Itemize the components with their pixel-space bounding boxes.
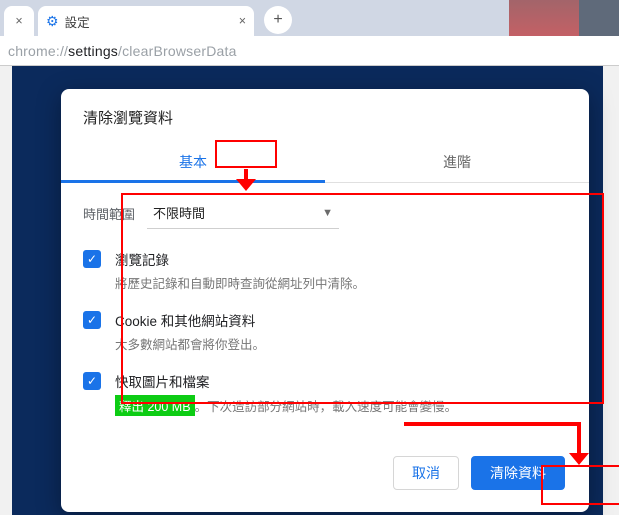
clear-data-button[interactable]: 清除資料	[471, 456, 565, 490]
option-title: 瀏覽記錄	[115, 249, 365, 269]
tab-title: 設定	[65, 12, 233, 31]
browser-tab-strip: × ⚙ 設定 × +	[0, 0, 619, 36]
plus-icon: +	[273, 11, 282, 29]
tab-advanced[interactable]: 進階	[325, 142, 589, 182]
background-decoration	[509, 0, 579, 36]
checkbox-cached-images[interactable]: ✓	[83, 372, 101, 390]
dialog-footer: 取消 清除資料	[61, 434, 589, 498]
time-range-select[interactable]: 不限時間 ▼	[147, 197, 339, 229]
dialog-content: 時間範圍 不限時間 ▼ ✓ 瀏覽記錄 將歷史記錄和自動即時查詢從網址列中清除。 …	[61, 183, 589, 416]
option-title: Cookie 和其他網站資料	[115, 310, 265, 330]
url-scheme: chrome://	[8, 43, 68, 59]
option-desc: 釋出 200 MB。下次造訪部分網站時，載入速度可能會變慢。	[115, 395, 457, 416]
sidebar-placeholder	[0, 66, 12, 515]
inactive-tab-close[interactable]: ×	[4, 6, 34, 36]
option-cached-images: ✓ 快取圖片和檔案 釋出 200 MB。下次造訪部分網站時，載入速度可能會變慢。	[83, 371, 567, 416]
dialog-tabs: 基本 進階	[61, 142, 589, 183]
url-path: /clearBrowserData	[118, 43, 237, 59]
active-tab-settings[interactable]: ⚙ 設定 ×	[38, 6, 254, 36]
checkbox-browsing-history[interactable]: ✓	[83, 250, 101, 268]
option-browsing-history: ✓ 瀏覽記錄 將歷史記錄和自動即時查詢從網址列中清除。	[83, 249, 567, 292]
close-icon: ×	[15, 14, 22, 28]
background-decoration	[579, 0, 619, 36]
vertical-scrollbar[interactable]	[603, 66, 619, 515]
time-range-label: 時間範圍	[83, 204, 135, 223]
checkbox-cookies[interactable]: ✓	[83, 311, 101, 329]
time-range-row: 時間範圍 不限時間 ▼	[83, 197, 567, 229]
cancel-button[interactable]: 取消	[393, 456, 459, 490]
gear-icon: ⚙	[46, 13, 59, 30]
time-range-value: 不限時間	[153, 203, 205, 222]
close-icon[interactable]: ×	[239, 14, 246, 28]
address-bar[interactable]: chrome://settings/clearBrowserData	[0, 36, 619, 66]
option-title: 快取圖片和檔案	[115, 371, 457, 391]
option-desc: 大多數網站都會將你登出。	[115, 334, 265, 353]
release-size-highlight: 釋出 200 MB	[115, 395, 195, 416]
dialog-title: 清除瀏覽資料	[61, 89, 589, 142]
option-cookies: ✓ Cookie 和其他網站資料 大多數網站都會將你登出。	[83, 310, 567, 353]
tab-basic[interactable]: 基本	[61, 142, 325, 182]
url-host: settings	[68, 43, 118, 59]
new-tab-button[interactable]: +	[264, 6, 292, 34]
option-desc: 將歷史記錄和自動即時查詢從網址列中清除。	[115, 273, 365, 292]
clear-browsing-data-dialog: 清除瀏覽資料 基本 進階 時間範圍 不限時間 ▼ ✓ 瀏覽記錄 將歷史記錄和自動…	[61, 89, 589, 512]
chevron-down-icon: ▼	[322, 207, 333, 219]
